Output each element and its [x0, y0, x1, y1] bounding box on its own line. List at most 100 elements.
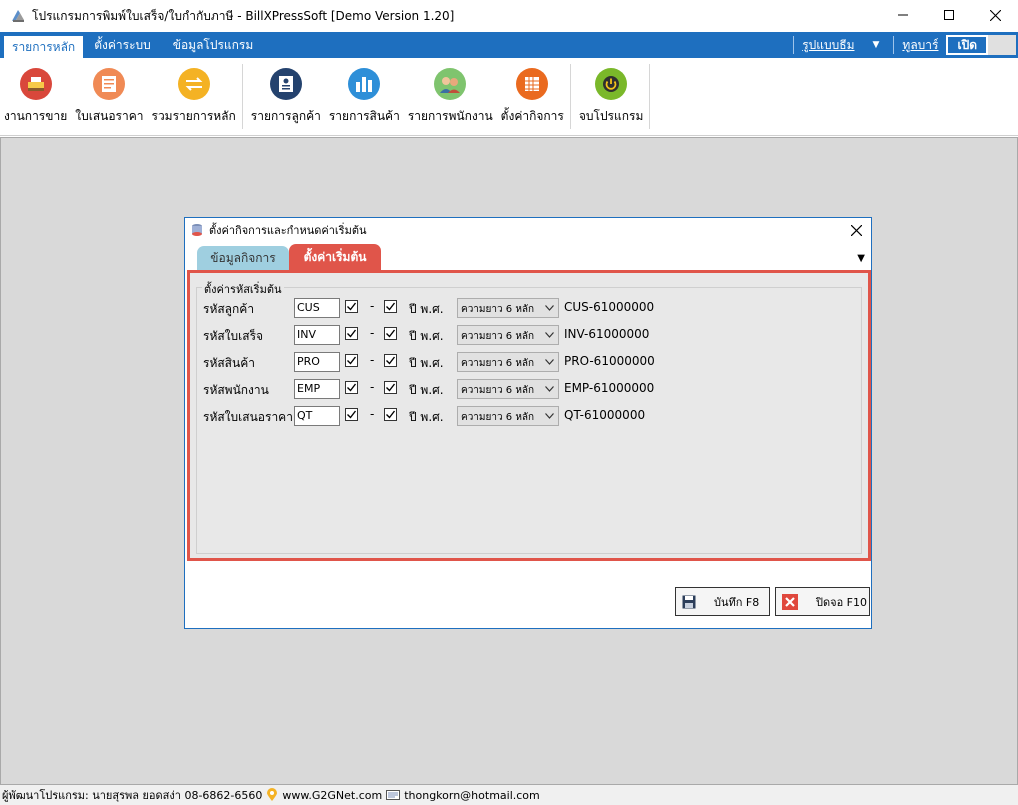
ribbon-toolbar: งานการขาย ใบเสนอราคา รวมรายการหลัก รายกา… — [0, 58, 1018, 136]
minimize-button[interactable] — [880, 0, 926, 30]
business-settings-button[interactable]: ตั้งค่ากิจการ — [497, 64, 568, 129]
close-icon — [989, 9, 1001, 21]
prefix-input[interactable]: CUS — [294, 298, 340, 318]
dash-separator: - — [370, 353, 375, 367]
code-example: EMP-61000000 — [564, 381, 655, 395]
employees-button[interactable]: รายการพนักงาน — [404, 64, 497, 129]
red-x-icon — [782, 593, 798, 610]
code-setting-row: รหัสสินค้า PRO - ปี พ.ศ. ความยาว 6 หลัก PRO-6… — [190, 351, 868, 373]
code-setting-row: รหัสลูกค้า CUS - ปี พ.ศ. ความยาว 6 หลัก CUS-6… — [190, 297, 868, 319]
use-dash-checkbox[interactable] — [345, 327, 358, 340]
code-setting-row: รหัสพนักงาน EMP - ปี พ.ศ. ความยาว 6 หลัก EMP-… — [190, 378, 868, 400]
length-select-value: ความยาว 6 หลัก — [461, 412, 535, 423]
exit-program-label: จบโปรแกรม — [578, 109, 644, 123]
code-label: รหัสใบเสนอราคา — [203, 410, 293, 424]
status-bar: ผู้พัฒนาโปรแกรม: นายสุรพล ยอดสง่า 08-686… — [0, 785, 1018, 805]
prefix-input[interactable]: INV — [294, 325, 340, 345]
length-select[interactable]: ความยาว 6 หลัก — [457, 352, 559, 372]
code-setting-row: รหัสใบเสร็จ INV - ปี พ.ศ. ความยาว 6 หลัก INV-… — [190, 324, 868, 346]
toolbar-toggle[interactable]: เปิด — [946, 35, 1016, 55]
length-select[interactable]: ความยาว 6 หลัก — [457, 379, 559, 399]
length-select-value: ความยาว 6 หลัก — [461, 385, 535, 396]
dash-separator: - — [370, 380, 375, 394]
menu-bar: รายการหลัก ตั้งค่าระบบ ข้อมูลโปรแกรม รูป… — [0, 32, 1018, 58]
chevron-down-icon — [545, 357, 554, 368]
customers-label: รายการลูกค้า — [250, 109, 321, 123]
dialog-title: ตั้งค่ากิจการและกำหนดค่าเริ่มต้น — [209, 224, 367, 237]
dash-separator: - — [370, 299, 375, 313]
length-select[interactable]: ความยาว 6 หลัก — [457, 298, 559, 318]
products-button[interactable]: รายการสินค้า — [325, 64, 404, 129]
website-link[interactable]: www.G2GNet.com — [282, 789, 382, 802]
cash-register-icon — [19, 68, 52, 100]
quotation-label: ใบเสนอราคา — [75, 109, 144, 123]
group-title: ตั้งค่ารหัสเริ่มต้น — [202, 280, 284, 298]
group-border — [196, 553, 862, 554]
menu-separator — [793, 36, 795, 54]
tab-default-settings[interactable]: ตั้งค่าเริ่มต้น — [289, 244, 381, 270]
document-icon — [93, 68, 126, 100]
use-dash-checkbox[interactable] — [345, 408, 358, 421]
customers-button[interactable]: รายการลูกค้า — [247, 64, 325, 129]
menu-tab-main[interactable]: รายการหลัก — [4, 36, 84, 58]
toggle-on-label: เปิด — [946, 35, 988, 55]
buildings-icon — [348, 68, 381, 100]
summary-label: รวมรายการหลัก — [151, 109, 236, 123]
calendar-grid-icon — [516, 68, 549, 100]
use-dash-checkbox[interactable] — [345, 354, 358, 367]
theme-menu[interactable]: รูปแบบธีม — [798, 36, 858, 55]
tab-business-info[interactable]: ข้อมูลกิจการ — [197, 246, 289, 270]
minimize-icon — [898, 14, 908, 16]
use-year-checkbox[interactable] — [384, 381, 397, 394]
floppy-disk-icon — [682, 595, 696, 608]
default-settings-panel: ตั้งค่ารหัสเริ่มต้น รหัสลูกค้า CUS - ปี พ.ศ… — [187, 270, 871, 561]
sales-button[interactable]: งานการขาย — [0, 64, 71, 129]
email-link[interactable]: thongkorn@hotmail.com — [404, 789, 540, 802]
sales-label: งานการขาย — [4, 109, 68, 123]
length-select[interactable]: ความยาว 6 หลัก — [457, 406, 559, 426]
prefix-input[interactable]: PRO — [294, 352, 340, 372]
length-select-value: ความยาว 6 หลัก — [461, 331, 535, 342]
menu-separator — [893, 36, 895, 54]
close-window-button[interactable] — [972, 0, 1018, 30]
use-dash-checkbox[interactable] — [345, 381, 358, 394]
dash-separator: - — [370, 326, 375, 340]
use-year-checkbox[interactable] — [384, 327, 397, 340]
code-label: รหัสใบเสร็จ — [203, 329, 264, 343]
quotation-button[interactable]: ใบเสนอราคา — [71, 64, 147, 129]
close-screen-button[interactable]: ปิดจอ F10 — [775, 587, 870, 616]
save-button-label: บันทึก F8 — [714, 595, 760, 609]
code-setting-row: รหัสใบเสนอราคา QT - ปี พ.ศ. ความยาว 6 หลัก QT… — [190, 405, 868, 427]
code-label: รหัสสินค้า — [203, 356, 255, 370]
use-year-checkbox[interactable] — [384, 408, 397, 421]
year-label: ปี พ.ศ. — [409, 383, 444, 397]
close-screen-label: ปิดจอ F10 — [816, 595, 867, 609]
menu-tab-program-info[interactable]: ข้อมูลโปรแกรม — [162, 32, 265, 58]
window-title: โปรแกรมการพิมพ์ใบเสร็จ/ใบกำกับภาษี - Bil… — [32, 8, 455, 23]
products-label: รายการสินค้า — [328, 109, 400, 123]
use-year-checkbox[interactable] — [384, 354, 397, 367]
use-dash-checkbox[interactable] — [345, 300, 358, 313]
code-example: INV-61000000 — [564, 327, 650, 341]
exit-program-button[interactable]: จบโปรแกรม — [575, 64, 648, 129]
business-settings-label: ตั้งค่ากิจการ — [500, 109, 564, 123]
year-label: ปี พ.ศ. — [409, 302, 444, 316]
use-year-checkbox[interactable] — [384, 300, 397, 313]
app-icon — [12, 10, 24, 22]
prefix-input[interactable]: QT — [294, 406, 340, 426]
dialog-title-bar: ตั้งค่ากิจการและกำหนดค่าเริ่มต้น — [185, 218, 871, 242]
length-select-value: ความยาว 6 หลัก — [461, 304, 535, 315]
year-label: ปี พ.ศ. — [409, 410, 444, 424]
save-button[interactable]: บันทึก F8 — [675, 587, 770, 616]
theme-dropdown-icon[interactable]: ▼ — [858, 40, 889, 50]
summary-button[interactable]: รวมรายการหลัก — [148, 64, 240, 129]
prefix-input[interactable]: EMP — [294, 379, 340, 399]
chevron-down-icon — [545, 330, 554, 341]
tab-dropdown-icon[interactable]: ▼ — [857, 253, 865, 264]
length-select[interactable]: ความยาว 6 หลัก — [457, 325, 559, 345]
title-bar: โปรแกรมการพิมพ์ใบเสร็จ/ใบกำกับภาษี - Bil… — [0, 0, 1018, 32]
maximize-button[interactable] — [926, 0, 972, 30]
dialog-close-button[interactable] — [847, 221, 865, 239]
menu-tab-settings[interactable]: ตั้งค่าระบบ — [83, 32, 162, 58]
toolbar-label: ทูลบาร์ — [902, 37, 939, 52]
